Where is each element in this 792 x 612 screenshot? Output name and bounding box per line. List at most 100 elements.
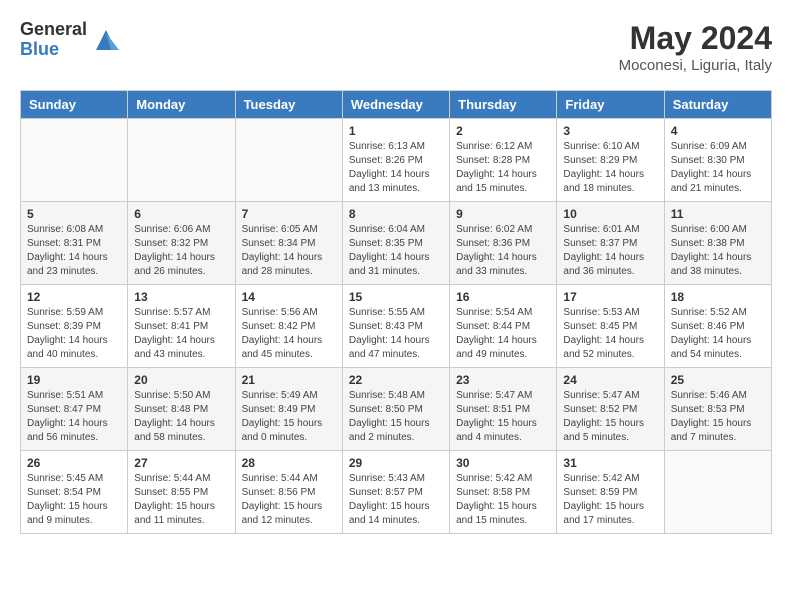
calendar-cell: 3 Sunrise: 6:10 AM Sunset: 8:29 PM Daylig… [557,119,664,202]
column-header-sunday: Sunday [21,91,128,119]
column-header-saturday: Saturday [664,91,771,119]
day-info: Sunrise: 5:51 AM Sunset: 8:47 PM Dayligh… [27,389,121,445]
week-row-3: 12Sunrise: 5:59 AM Sunset: 8:39 PM Dayli… [21,285,772,368]
calendar-cell: 22 Sunrise: 5:48 AM Sunset: 8:50 PM Dayli… [342,368,449,451]
calendar-cell [128,119,235,202]
calendar-cell [664,451,771,534]
logo-blue-text: Blue [20,40,87,60]
calendar-cell: 24 Sunrise: 5:47 AM Sunset: 8:52 PM Dayli… [557,368,664,451]
calendar-cell: 9 Sunrise: 6:02 AM Sunset: 8:36 PM Daylig… [450,202,557,285]
day-number: 18 [671,290,765,304]
day-info: Sunrise: 5:56 AM Sunset: 8:42 PM Dayligh… [242,306,336,362]
calendar-cell: 20 Sunrise: 5:50 AM Sunset: 8:48 PM Dayli… [128,368,235,451]
day-info: Sunrise: 6:01 AM Sunset: 8:37 PM Dayligh… [563,223,657,279]
calendar-cell: 1 Sunrise: 6:13 AM Sunset: 8:26 PM Daylig… [342,119,449,202]
day-number: 16 [456,290,550,304]
day-info: Sunrise: 6:13 AM Sunset: 8:26 PM Dayligh… [349,140,443,196]
calendar-cell [235,119,342,202]
calendar-cell: 16Sunrise: 5:54 AM Sunset: 8:44 PM Dayli… [450,285,557,368]
day-number: 26 [27,456,121,470]
column-header-monday: Monday [128,91,235,119]
calendar-cell: 5 Sunrise: 6:08 AM Sunset: 8:31 PM Daylig… [21,202,128,285]
day-number: 8 [349,207,443,221]
day-info: Sunrise: 5:52 AM Sunset: 8:46 PM Dayligh… [671,306,765,362]
calendar-cell: 27Sunrise: 5:44 AM Sunset: 8:55 PM Dayli… [128,451,235,534]
day-number: 19 [27,373,121,387]
week-row-5: 26 Sunrise: 5:45 AM Sunset: 8:54 PM Dayli… [21,451,772,534]
day-number: 17 [563,290,657,304]
day-number: 23 [456,373,550,387]
page-header: General Blue May 2024 Moconesi, Liguria,… [20,20,772,74]
logo-general-text: General [20,20,87,40]
day-number: 10 [563,207,657,221]
day-number: 5 [27,207,121,221]
day-info: Sunrise: 5:46 AM Sunset: 8:53 PM Dayligh… [671,389,765,445]
calendar-cell: 18 Sunrise: 5:52 AM Sunset: 8:46 PM Dayli… [664,285,771,368]
calendar-cell: 14 Sunrise: 5:56 AM Sunset: 8:42 PM Dayli… [235,285,342,368]
calendar-cell: 28 Sunrise: 5:44 AM Sunset: 8:56 PM Dayli… [235,451,342,534]
day-info: Sunrise: 6:04 AM Sunset: 8:35 PM Dayligh… [349,223,443,279]
calendar-cell: 31 Sunrise: 5:42 AM Sunset: 8:59 PM Dayli… [557,451,664,534]
calendar-cell: 6 Sunrise: 6:06 AM Sunset: 8:32 PM Daylig… [128,202,235,285]
column-header-friday: Friday [557,91,664,119]
calendar-cell: 29 Sunrise: 5:43 AM Sunset: 8:57 PM Dayli… [342,451,449,534]
logo-icon [91,25,121,55]
day-number: 4 [671,124,765,138]
month-title: May 2024 [619,20,772,57]
calendar-cell: 10 Sunrise: 6:01 AM Sunset: 8:37 PM Dayli… [557,202,664,285]
day-number: 31 [563,456,657,470]
day-number: 13 [134,290,228,304]
day-info: Sunrise: 5:59 AM Sunset: 8:39 PM Dayligh… [27,306,121,362]
calendar-cell: 26 Sunrise: 5:45 AM Sunset: 8:54 PM Dayli… [21,451,128,534]
calendar-cell [21,119,128,202]
day-number: 22 [349,373,443,387]
day-info: Sunrise: 6:10 AM Sunset: 8:29 PM Dayligh… [563,140,657,196]
day-info: Sunrise: 5:45 AM Sunset: 8:54 PM Dayligh… [27,472,121,528]
day-info: Sunrise: 5:50 AM Sunset: 8:48 PM Dayligh… [134,389,228,445]
calendar-cell: 2 Sunrise: 6:12 AM Sunset: 8:28 PM Daylig… [450,119,557,202]
day-number: 2 [456,124,550,138]
day-info: Sunrise: 5:42 AM Sunset: 8:59 PM Dayligh… [563,472,657,528]
day-info: Sunrise: 6:12 AM Sunset: 8:28 PM Dayligh… [456,140,550,196]
calendar-cell: 15 Sunrise: 5:55 AM Sunset: 8:43 PM Dayli… [342,285,449,368]
day-info: Sunrise: 5:55 AM Sunset: 8:43 PM Dayligh… [349,306,443,362]
day-info: Sunrise: 6:09 AM Sunset: 8:30 PM Dayligh… [671,140,765,196]
day-number: 29 [349,456,443,470]
day-number: 15 [349,290,443,304]
header-row: SundayMondayTuesdayWednesdayThursdayFrid… [21,91,772,119]
week-row-4: 19 Sunrise: 5:51 AM Sunset: 8:47 PM Dayli… [21,368,772,451]
day-info: Sunrise: 6:08 AM Sunset: 8:31 PM Dayligh… [27,223,121,279]
day-number: 30 [456,456,550,470]
day-number: 14 [242,290,336,304]
day-info: Sunrise: 5:43 AM Sunset: 8:57 PM Dayligh… [349,472,443,528]
day-info: Sunrise: 6:02 AM Sunset: 8:36 PM Dayligh… [456,223,550,279]
day-number: 11 [671,207,765,221]
day-number: 28 [242,456,336,470]
day-number: 1 [349,124,443,138]
calendar-cell: 21 Sunrise: 5:49 AM Sunset: 8:49 PM Dayli… [235,368,342,451]
day-info: Sunrise: 5:49 AM Sunset: 8:49 PM Dayligh… [242,389,336,445]
calendar-cell: 30 Sunrise: 5:42 AM Sunset: 8:58 PM Dayli… [450,451,557,534]
day-number: 27 [134,456,228,470]
day-number: 3 [563,124,657,138]
day-number: 6 [134,207,228,221]
calendar-table: SundayMondayTuesdayWednesdayThursdayFrid… [20,90,772,534]
calendar-cell: 4 Sunrise: 6:09 AM Sunset: 8:30 PM Daylig… [664,119,771,202]
calendar-cell: 12Sunrise: 5:59 AM Sunset: 8:39 PM Dayli… [21,285,128,368]
week-row-2: 5 Sunrise: 6:08 AM Sunset: 8:31 PM Daylig… [21,202,772,285]
day-number: 21 [242,373,336,387]
day-number: 7 [242,207,336,221]
day-info: Sunrise: 5:48 AM Sunset: 8:50 PM Dayligh… [349,389,443,445]
day-number: 20 [134,373,228,387]
day-info: Sunrise: 5:42 AM Sunset: 8:58 PM Dayligh… [456,472,550,528]
column-header-tuesday: Tuesday [235,91,342,119]
day-info: Sunrise: 5:47 AM Sunset: 8:52 PM Dayligh… [563,389,657,445]
calendar-cell: 13 Sunrise: 5:57 AM Sunset: 8:41 PM Dayli… [128,285,235,368]
day-info: Sunrise: 5:57 AM Sunset: 8:41 PM Dayligh… [134,306,228,362]
day-info: Sunrise: 6:06 AM Sunset: 8:32 PM Dayligh… [134,223,228,279]
column-header-thursday: Thursday [450,91,557,119]
calendar-cell: 19 Sunrise: 5:51 AM Sunset: 8:47 PM Dayli… [21,368,128,451]
day-number: 9 [456,207,550,221]
day-number: 24 [563,373,657,387]
day-info: Sunrise: 5:44 AM Sunset: 8:56 PM Dayligh… [242,472,336,528]
